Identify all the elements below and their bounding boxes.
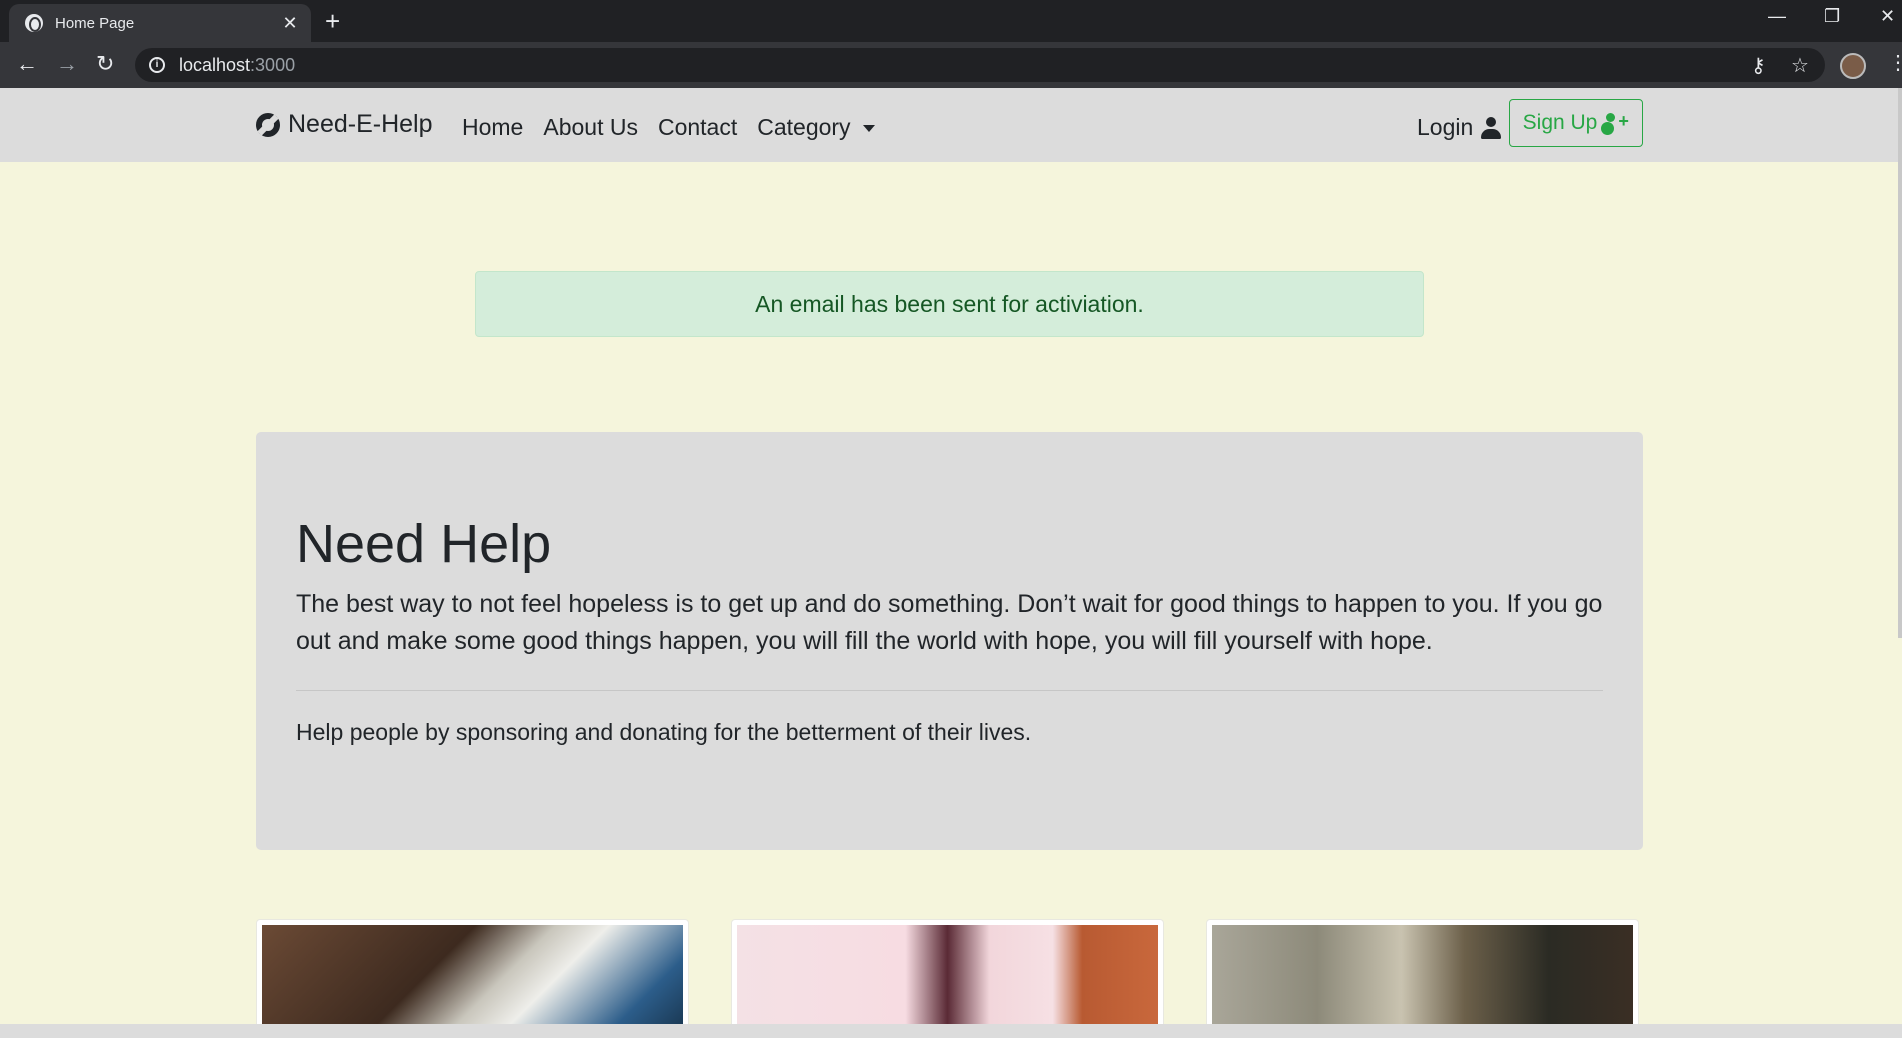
life-ring-icon xyxy=(256,112,280,137)
jumbotron-lead: The best way to not feel hopeless is to … xyxy=(296,590,1603,655)
jumbotron-subtext: Help people by sponsoring and donating f… xyxy=(296,719,1032,745)
new-tab-button[interactable]: + xyxy=(325,8,340,34)
divider xyxy=(296,690,1603,691)
jumbotron-title: Need Help xyxy=(296,514,552,574)
caret-down-icon xyxy=(862,125,875,133)
nav-links: Home About Us Contact Category xyxy=(462,114,875,141)
browser-menu-icon[interactable]: ⋮ xyxy=(1888,50,1902,75)
browser-toolbar: ← → ↻ i localhost:3000 ⚷ ☆ ⋮ xyxy=(0,42,1902,88)
window-close-icon[interactable]: ✕ xyxy=(1880,6,1895,27)
signup-button[interactable]: Sign Up xyxy=(1509,99,1643,147)
url-host: localhost xyxy=(179,54,251,75)
reload-icon[interactable]: ↻ xyxy=(96,52,114,76)
nav-category-label: Category xyxy=(757,114,851,140)
activation-alert: An email has been sent for activiation. xyxy=(475,271,1424,337)
vertical-scrollbar[interactable] xyxy=(1898,88,1902,638)
browser-tab[interactable]: Home Page ✕ xyxy=(9,4,311,42)
card-3[interactable] xyxy=(1206,919,1639,1038)
user-plus-icon xyxy=(1603,111,1629,133)
jumbotron: Need Help The best way to not feel hopel… xyxy=(256,432,1643,850)
forward-arrow-icon[interactable]: → xyxy=(56,52,78,76)
login-link[interactable]: Login xyxy=(1417,114,1502,141)
horizontal-scrollbar[interactable] xyxy=(0,1024,1902,1038)
nav-about-us[interactable]: About Us xyxy=(543,114,638,141)
nav-contact[interactable]: Contact xyxy=(658,114,737,141)
brand-link[interactable]: Need-E-Help xyxy=(256,110,433,139)
alert-message: An email has been sent for activiation. xyxy=(755,290,1144,317)
info-icon[interactable]: i xyxy=(149,57,165,73)
address-bar[interactable]: i localhost:3000 xyxy=(135,48,1825,82)
card-image xyxy=(737,925,1158,1038)
close-tab-icon[interactable]: ✕ xyxy=(279,13,301,34)
card-image xyxy=(1212,925,1633,1038)
browser-tab-bar: Home Page ✕ + — ❐ ✕ xyxy=(0,0,1902,42)
key-icon[interactable]: ⚷ xyxy=(1751,53,1766,78)
url-port: :3000 xyxy=(250,54,296,75)
login-label: Login xyxy=(1417,114,1474,140)
brand-name: Need-E-Help xyxy=(288,110,433,138)
restore-icon[interactable]: ❐ xyxy=(1824,6,1840,27)
star-icon[interactable]: ☆ xyxy=(1791,53,1809,78)
site-navbar: Need-E-Help Home About Us Contact Catego… xyxy=(0,88,1902,162)
minimize-icon[interactable]: — xyxy=(1768,6,1786,27)
profile-avatar[interactable] xyxy=(1840,53,1866,79)
nav-category-dropdown[interactable]: Category xyxy=(757,114,875,141)
globe-icon xyxy=(25,14,43,32)
tab-title: Home Page xyxy=(55,14,135,32)
card-image xyxy=(262,925,683,1038)
back-arrow-icon[interactable]: ← xyxy=(16,52,38,76)
card-2[interactable] xyxy=(731,919,1164,1038)
user-icon xyxy=(1481,116,1502,139)
card-1[interactable] xyxy=(256,919,689,1038)
signup-label: Sign Up xyxy=(1522,111,1598,134)
nav-home[interactable]: Home xyxy=(462,114,523,141)
